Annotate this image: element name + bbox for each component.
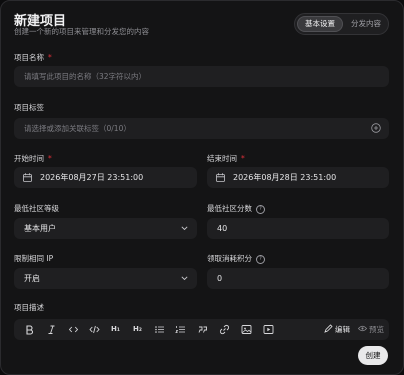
bullet-list-icon (155, 326, 164, 333)
end-time-picker[interactable]: 2026年08月28日 23:51:00 (207, 167, 389, 188)
help-icon[interactable]: ? (256, 254, 265, 264)
inline-code-button[interactable] (68, 324, 79, 335)
cost-points-label: 领取消耗积分? (207, 253, 265, 264)
min-score-input[interactable]: 40 (207, 218, 389, 239)
code-icon (68, 326, 79, 333)
tab-switcher: 基本设置 分发内容 (294, 13, 389, 35)
image-icon (241, 325, 252, 334)
quote-icon (198, 326, 207, 333)
project-name-input[interactable]: 请填写此项目的名称（32字符以内） (14, 66, 389, 87)
calendar-icon (23, 173, 32, 182)
min-score-value: 40 (217, 224, 228, 233)
cost-points-label-text: 领取消耗积分 (207, 254, 252, 263)
min-score-label-text: 最低社区分数 (207, 204, 252, 213)
create-project-dialog: 新建项目 创建一个新的项目来管理和分发您的内容 基本设置 分发内容 项目名称 * … (0, 0, 404, 375)
min-level-value: 基本用户 (24, 224, 56, 233)
chevron-down-icon (181, 226, 188, 231)
end-time-label-text: 结束时间 (207, 154, 237, 163)
project-tags-input[interactable]: 请选择或添加关联标签（0/10） (14, 118, 389, 139)
link-icon (220, 325, 229, 334)
end-time-label: 结束时间 * (207, 153, 245, 164)
add-tag-icon[interactable] (371, 123, 381, 133)
required-marker: * (48, 154, 52, 163)
bold-button[interactable] (24, 324, 35, 335)
start-time-label-text: 开始时间 (14, 154, 44, 163)
cost-points-input[interactable]: 0 (207, 268, 389, 289)
italic-icon (48, 325, 55, 334)
tab-distribution-content[interactable]: 分发内容 (344, 16, 388, 32)
edit-mode-button[interactable]: 编辑 (324, 319, 350, 340)
min-level-select[interactable]: 基本用户 (14, 218, 197, 239)
italic-button[interactable] (46, 324, 57, 335)
project-name-label-text: 项目名称 (14, 53, 44, 62)
video-icon (263, 325, 274, 334)
start-time-label: 开始时间 * (14, 153, 52, 164)
quote-button[interactable] (197, 324, 208, 335)
bullet-list-button[interactable] (154, 324, 165, 335)
calendar-icon (216, 173, 225, 182)
code-block-button[interactable] (89, 324, 100, 335)
ip-limit-value: 开启 (24, 274, 40, 283)
pencil-icon (324, 324, 333, 333)
tab-basic-settings[interactable]: 基本设置 (297, 16, 343, 32)
start-time-value: 2026年08月27日 23:51:00 (40, 173, 144, 182)
dialog-subtitle: 创建一个新的项目来管理和分发您的内容 (14, 27, 149, 36)
create-button[interactable]: 创建 (358, 346, 388, 365)
ordered-list-icon (175, 326, 185, 333)
help-icon[interactable]: ? (256, 204, 265, 214)
start-time-picker[interactable]: 2026年08月27日 23:51:00 (14, 167, 197, 188)
min-level-label: 最低社区等级 (14, 204, 59, 213)
required-marker: * (241, 154, 245, 163)
project-tags-placeholder: 请选择或添加关联标签（0/10） (24, 124, 131, 133)
heading1-button[interactable]: H₁ (110, 324, 121, 335)
video-button[interactable] (263, 324, 274, 335)
cost-points-value: 0 (217, 274, 223, 283)
project-tags-label: 项目标签 (14, 103, 44, 112)
editor-toolbar: H₁ H₂ 编辑 预览 (14, 319, 389, 340)
min-score-label: 最低社区分数? (207, 203, 265, 214)
ip-limit-label: 限制相同 IP (14, 254, 54, 263)
link-button[interactable] (219, 324, 230, 335)
preview-label: 预览 (369, 325, 384, 334)
project-name-placeholder: 请填写此项目的名称（32字符以内） (24, 72, 147, 81)
eye-icon (357, 325, 368, 332)
end-time-value: 2026年08月28日 23:51:00 (233, 173, 337, 182)
code-block-icon (89, 325, 100, 334)
ip-limit-select[interactable]: 开启 (14, 268, 197, 289)
chevron-down-icon (181, 276, 188, 281)
ordered-list-button[interactable] (175, 324, 186, 335)
required-marker: * (48, 53, 52, 62)
bold-icon (26, 325, 34, 335)
edit-label: 编辑 (335, 325, 350, 334)
project-name-label: 项目名称 * (14, 52, 52, 63)
description-label: 项目描述 (14, 303, 44, 312)
image-button[interactable] (241, 324, 252, 335)
heading2-button[interactable]: H₂ (132, 324, 143, 335)
preview-mode-button[interactable]: 预览 (357, 319, 384, 340)
